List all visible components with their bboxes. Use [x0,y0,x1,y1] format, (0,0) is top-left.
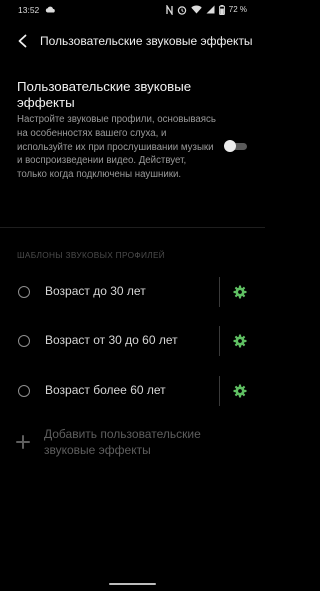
profile-row-under-30[interactable]: Возраст до 30 лет [0,270,265,314]
gear-icon[interactable] [233,334,247,348]
custom-sound-effects-toggle[interactable] [224,140,248,152]
alarm-icon [177,5,186,15]
add-custom-label: Добавить пользовательские звуковые эффек… [44,427,201,457]
status-time: 13:52 [18,5,40,15]
app-bar: Пользовательские звуковые эффекты [0,26,265,56]
section-header-profiles: ШАБЛОНЫ ЗВУКОВЫХ ПРОФИЛЕЙ [17,250,166,260]
add-custom-sound-effect[interactable]: Добавить пользовательские звуковые эффек… [0,424,265,464]
cloud-icon [45,6,55,13]
custom-sound-effects-setting[interactable]: Пользовательские звуковые эффекты Настро… [17,79,251,211]
row-separator [219,277,220,307]
back-arrow-icon[interactable] [14,32,32,50]
feature-title: Пользовательские звуковые эффекты [17,79,192,110]
page-title: Пользовательские звуковые эффекты [40,34,253,48]
row-separator [219,326,220,356]
toggle-thumb [224,140,236,152]
gear-icon[interactable] [233,384,247,398]
status-icons: 72 % [166,4,247,15]
profile-row-over-60[interactable]: Возраст более 60 лет [0,369,265,413]
nfc-icon [166,4,173,15]
radio-button[interactable] [18,335,30,347]
profile-label: Возраст от 30 до 60 лет [45,333,178,347]
wifi-icon [191,5,202,14]
plus-icon [16,435,30,449]
radio-button[interactable] [18,286,30,298]
home-indicator[interactable] [109,583,156,585]
battery-percent: 72 % [228,5,247,14]
radio-button[interactable] [18,385,30,397]
profile-row-30-to-60[interactable]: Возраст от 30 до 60 лет [0,319,265,363]
battery-icon [218,4,225,15]
feature-description: Настройте звуковые профили, основываясь … [17,114,216,181]
section-divider [0,227,265,228]
gear-icon[interactable] [233,285,247,299]
profile-label: Возраст более 60 лет [45,383,166,397]
profile-label: Возраст до 30 лет [45,284,146,298]
row-separator [219,376,220,406]
status-bar: 13:52 72 % [0,0,265,22]
signal-icon [206,5,215,14]
